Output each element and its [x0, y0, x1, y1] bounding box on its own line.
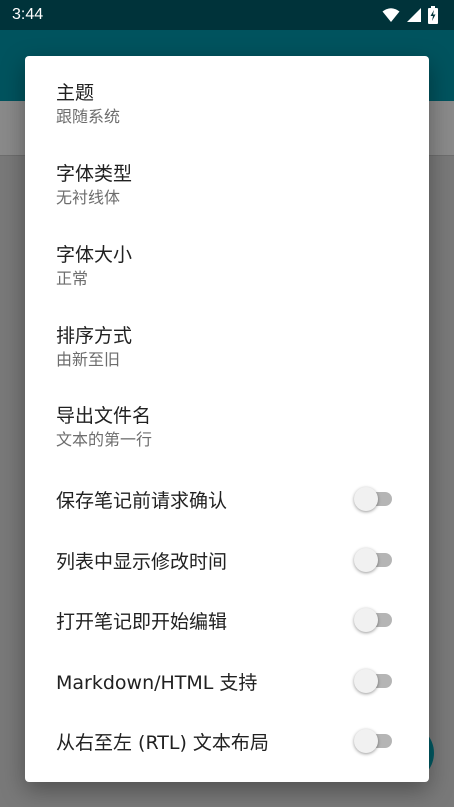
pref-title: 主题 — [56, 82, 95, 104]
switch-row-rtl-layout[interactable]: 从右至左 (RTL) 文本布局 — [56, 721, 396, 761]
pref-theme[interactable]: 主题 跟随系统 — [56, 80, 396, 128]
switch-label: 从右至左 (RTL) 文本布局 — [56, 731, 269, 754]
markdown-support-toggle[interactable] — [354, 669, 396, 693]
signal-icon — [407, 8, 421, 22]
wifi-icon — [382, 8, 400, 22]
settings-dialog: 主题 跟随系统 字体类型 无衬线体 字体大小 正常 排序方式 由新至旧 导出文件… — [25, 56, 429, 782]
pref-export-filename[interactable]: 导出文件名 文本的第一行 — [56, 403, 396, 451]
switch-label: 打开笔记即开始编辑 — [56, 610, 228, 633]
pref-title: 排序方式 — [56, 325, 133, 347]
edit-on-open-toggle[interactable] — [354, 608, 396, 632]
switch-label: 列表中显示修改时间 — [56, 550, 228, 573]
switch-label: Markdown/HTML 支持 — [56, 671, 258, 694]
switch-row-show-modified-time[interactable]: 列表中显示修改时间 — [56, 540, 396, 580]
status-time: 3:44 — [12, 6, 44, 23]
pref-summary: 无衬线体 — [56, 188, 121, 207]
pref-font-size[interactable]: 字体大小 正常 — [56, 242, 396, 290]
status-bar: 3:44 — [0, 0, 454, 30]
pref-title: 导出文件名 — [56, 405, 152, 427]
switch-label: 保存笔记前请求确认 — [56, 489, 228, 512]
switch-row-confirm-save[interactable]: 保存笔记前请求确认 — [56, 479, 396, 519]
pref-summary: 正常 — [56, 269, 89, 288]
pref-summary: 跟随系统 — [56, 107, 121, 126]
pref-summary: 由新至旧 — [56, 350, 121, 369]
show-modified-time-toggle[interactable] — [354, 548, 396, 572]
rtl-layout-toggle[interactable] — [354, 729, 396, 753]
pref-title: 字体大小 — [56, 244, 133, 266]
confirm-save-toggle[interactable] — [354, 487, 396, 511]
switch-row-markdown-support[interactable]: Markdown/HTML 支持 — [56, 661, 396, 701]
pref-sort-order[interactable]: 排序方式 由新至旧 — [56, 323, 396, 371]
pref-font-type[interactable]: 字体类型 无衬线体 — [56, 161, 396, 209]
pref-title: 字体类型 — [56, 163, 133, 185]
status-icons — [382, 6, 438, 24]
switch-row-edit-on-open[interactable]: 打开笔记即开始编辑 — [56, 600, 396, 640]
battery-charging-icon — [428, 6, 438, 24]
pref-summary: 文本的第一行 — [56, 430, 153, 449]
